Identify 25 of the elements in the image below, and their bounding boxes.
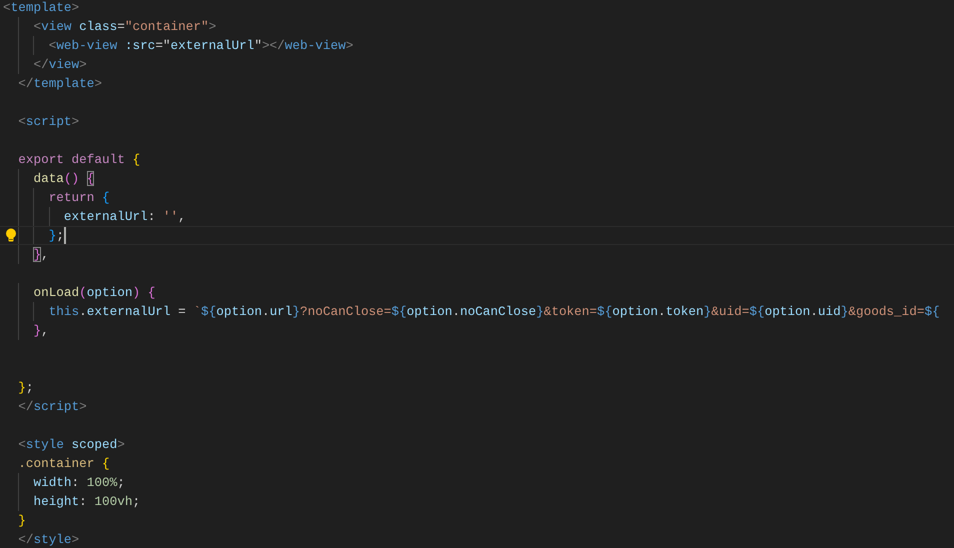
code-line: <script> [18, 114, 80, 130]
code-line: }; [18, 380, 34, 396]
code-line: onLoad(option) { [33, 284, 156, 300]
code-line: height: 100vh; [33, 494, 140, 510]
code-line: width: 100%; [33, 474, 125, 490]
code-line: externalUrl: '', [64, 208, 186, 224]
code-line: <style scoped> [18, 436, 125, 452]
code-line: </script> [18, 398, 87, 414]
lightbulb-icon[interactable] [5, 228, 17, 243]
code-line: }; [48, 228, 64, 244]
text-cursor [64, 227, 66, 244]
code-line: return { [48, 190, 110, 206]
code-line: <web-view :src="externalUrl"></web-view> [48, 38, 354, 54]
code-line: .container { [18, 456, 110, 472]
code-line: this.externalUrl = `${option.url}?noCanClose=${option.noCanClose}&token=${option.token}&uid=${option.uid}&goods_id=${ [48, 304, 940, 320]
code-line: <template> [3, 0, 80, 16]
code-line: export default { [18, 152, 140, 168]
code-line: </view> [33, 56, 87, 72]
code-line: </style> [18, 532, 80, 548]
code-line: }, [33, 246, 49, 262]
code-line: }, [33, 322, 49, 338]
code-line: <view class="container"> [33, 18, 216, 34]
code-line: data() { [33, 170, 94, 186]
code-line: </template> [18, 76, 102, 92]
code-line: } [18, 512, 26, 528]
